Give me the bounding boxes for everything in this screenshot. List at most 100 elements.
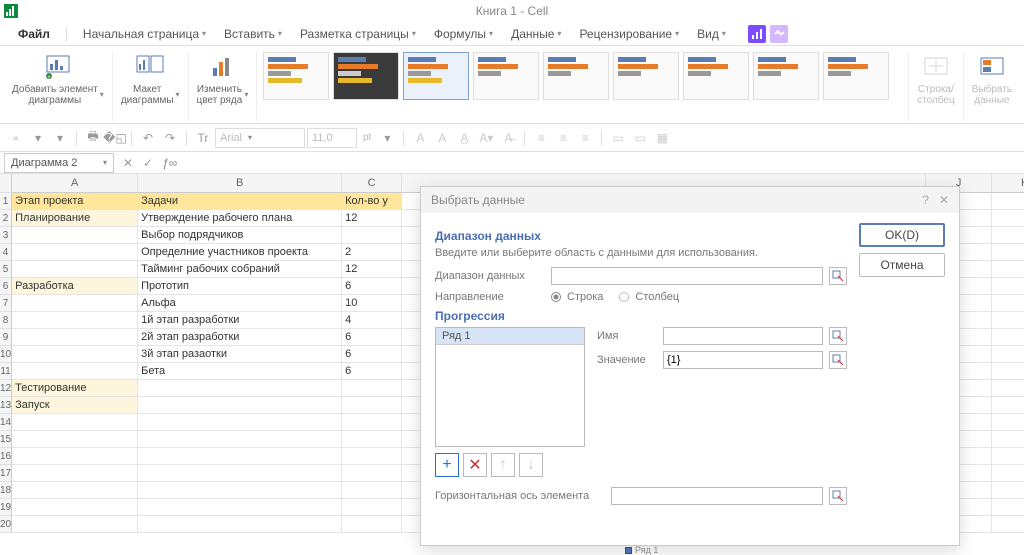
close-icon[interactable]: ✕: [939, 193, 949, 207]
cell[interactable]: Планирование: [12, 210, 138, 227]
cell[interactable]: 2: [342, 244, 402, 261]
strike-icon[interactable]: A̶: [498, 128, 518, 148]
cell[interactable]: 1й этап разработки: [138, 312, 342, 329]
delete-series-button[interactable]: ✕: [463, 453, 487, 477]
cell[interactable]: [342, 397, 402, 414]
align-right-icon[interactable]: ≡: [575, 128, 595, 148]
add-series-button[interactable]: +: [435, 453, 459, 477]
preview-icon[interactable]: �◱: [105, 128, 125, 148]
cell[interactable]: [12, 329, 138, 346]
cell[interactable]: [138, 482, 342, 499]
accept-formula-icon[interactable]: ✓: [138, 156, 158, 170]
cell[interactable]: 6: [342, 346, 402, 363]
cell[interactable]: [12, 499, 138, 516]
cell[interactable]: Тестирование: [12, 380, 138, 397]
cell[interactable]: [992, 465, 1024, 482]
cell[interactable]: [992, 414, 1024, 431]
save-icon[interactable]: ▾: [50, 128, 70, 148]
cell[interactable]: [138, 499, 342, 516]
cell[interactable]: [138, 465, 342, 482]
chart-format-icon[interactable]: [770, 25, 788, 43]
font-color-icon[interactable]: A▾: [476, 128, 496, 148]
cell[interactable]: [12, 244, 138, 261]
cell[interactable]: [992, 210, 1024, 227]
ok-button[interactable]: OK(D): [859, 223, 945, 247]
row-header[interactable]: 13: [0, 397, 12, 414]
row-header[interactable]: 6: [0, 278, 12, 295]
cell[interactable]: [992, 380, 1024, 397]
format-painter-icon[interactable]: Tr: [193, 128, 213, 148]
cell[interactable]: Выбор подрядчиков: [138, 227, 342, 244]
align-center-icon[interactable]: ≡: [553, 128, 573, 148]
chart-style-7[interactable]: [683, 52, 749, 100]
cell[interactable]: 3й этап разаотки: [138, 346, 342, 363]
menu-review[interactable]: Рецензирование▾: [571, 24, 687, 44]
chart-style-6[interactable]: [613, 52, 679, 100]
series-item[interactable]: Ряд 1: [436, 328, 584, 345]
series-value-input[interactable]: [663, 351, 823, 369]
name-box[interactable]: Диаграмма 2▾: [4, 153, 114, 173]
menu-formulas[interactable]: Формулы▾: [426, 24, 501, 44]
row-header[interactable]: 7: [0, 295, 12, 312]
wrap-icon[interactable]: ▭: [630, 128, 650, 148]
row-header[interactable]: 14: [0, 414, 12, 431]
cell[interactable]: Кол-во у: [342, 193, 402, 210]
cell[interactable]: [138, 397, 342, 414]
cell[interactable]: [12, 448, 138, 465]
cell[interactable]: Бета: [138, 363, 342, 380]
cell[interactable]: [992, 261, 1024, 278]
cell[interactable]: Разработка: [12, 278, 138, 295]
cell[interactable]: [992, 227, 1024, 244]
cell[interactable]: [992, 482, 1024, 499]
cell[interactable]: [992, 295, 1024, 312]
cell[interactable]: 10: [342, 295, 402, 312]
undo-icon[interactable]: ↶: [138, 128, 158, 148]
radio-row[interactable]: [551, 292, 561, 302]
chart-tools-icon[interactable]: [748, 25, 766, 43]
add-chart-element-button[interactable]: + Добавить элемент диаграммы▾: [12, 52, 104, 106]
cell[interactable]: [342, 465, 402, 482]
cell[interactable]: [12, 465, 138, 482]
series-name-input[interactable]: [663, 327, 823, 345]
row-header[interactable]: 9: [0, 329, 12, 346]
cell[interactable]: [12, 261, 138, 278]
move-up-button[interactable]: ↑: [491, 453, 515, 477]
cell[interactable]: 6: [342, 278, 402, 295]
switch-row-column-button[interactable]: Строка/ столбец: [917, 52, 955, 106]
cell[interactable]: [992, 244, 1024, 261]
cell[interactable]: [342, 380, 402, 397]
menu-home[interactable]: Начальная страница▾: [75, 24, 214, 44]
row-header[interactable]: 2: [0, 210, 12, 227]
cell[interactable]: [138, 414, 342, 431]
cell[interactable]: [342, 516, 402, 533]
cell[interactable]: [992, 499, 1024, 516]
cell[interactable]: [138, 431, 342, 448]
row-header[interactable]: 10: [0, 346, 12, 363]
cell[interactable]: [342, 227, 402, 244]
underline-icon[interactable]: A̲: [454, 128, 474, 148]
select-all[interactable]: [0, 174, 12, 193]
row-header[interactable]: 4: [0, 244, 12, 261]
chart-style-1[interactable]: [263, 52, 329, 100]
name-picker-icon[interactable]: [829, 327, 847, 345]
cell[interactable]: Альфа: [138, 295, 342, 312]
cell[interactable]: [992, 516, 1024, 533]
cell[interactable]: [992, 448, 1024, 465]
help-icon[interactable]: ?: [922, 193, 929, 207]
cell[interactable]: [12, 346, 138, 363]
chart-style-8[interactable]: [753, 52, 819, 100]
cell[interactable]: [12, 312, 138, 329]
cell[interactable]: [138, 448, 342, 465]
row-header[interactable]: 11: [0, 363, 12, 380]
cell[interactable]: Определние участников проекта: [138, 244, 342, 261]
radio-col[interactable]: [619, 292, 629, 302]
cell[interactable]: [12, 363, 138, 380]
row-header[interactable]: 3: [0, 227, 12, 244]
chart-style-3[interactable]: [403, 52, 469, 100]
italic-icon[interactable]: A: [432, 128, 452, 148]
cell[interactable]: 6: [342, 363, 402, 380]
cell[interactable]: [992, 312, 1024, 329]
row-header[interactable]: 18: [0, 482, 12, 499]
menu-view[interactable]: Вид▾: [689, 24, 734, 44]
range-picker-icon[interactable]: [829, 267, 847, 285]
